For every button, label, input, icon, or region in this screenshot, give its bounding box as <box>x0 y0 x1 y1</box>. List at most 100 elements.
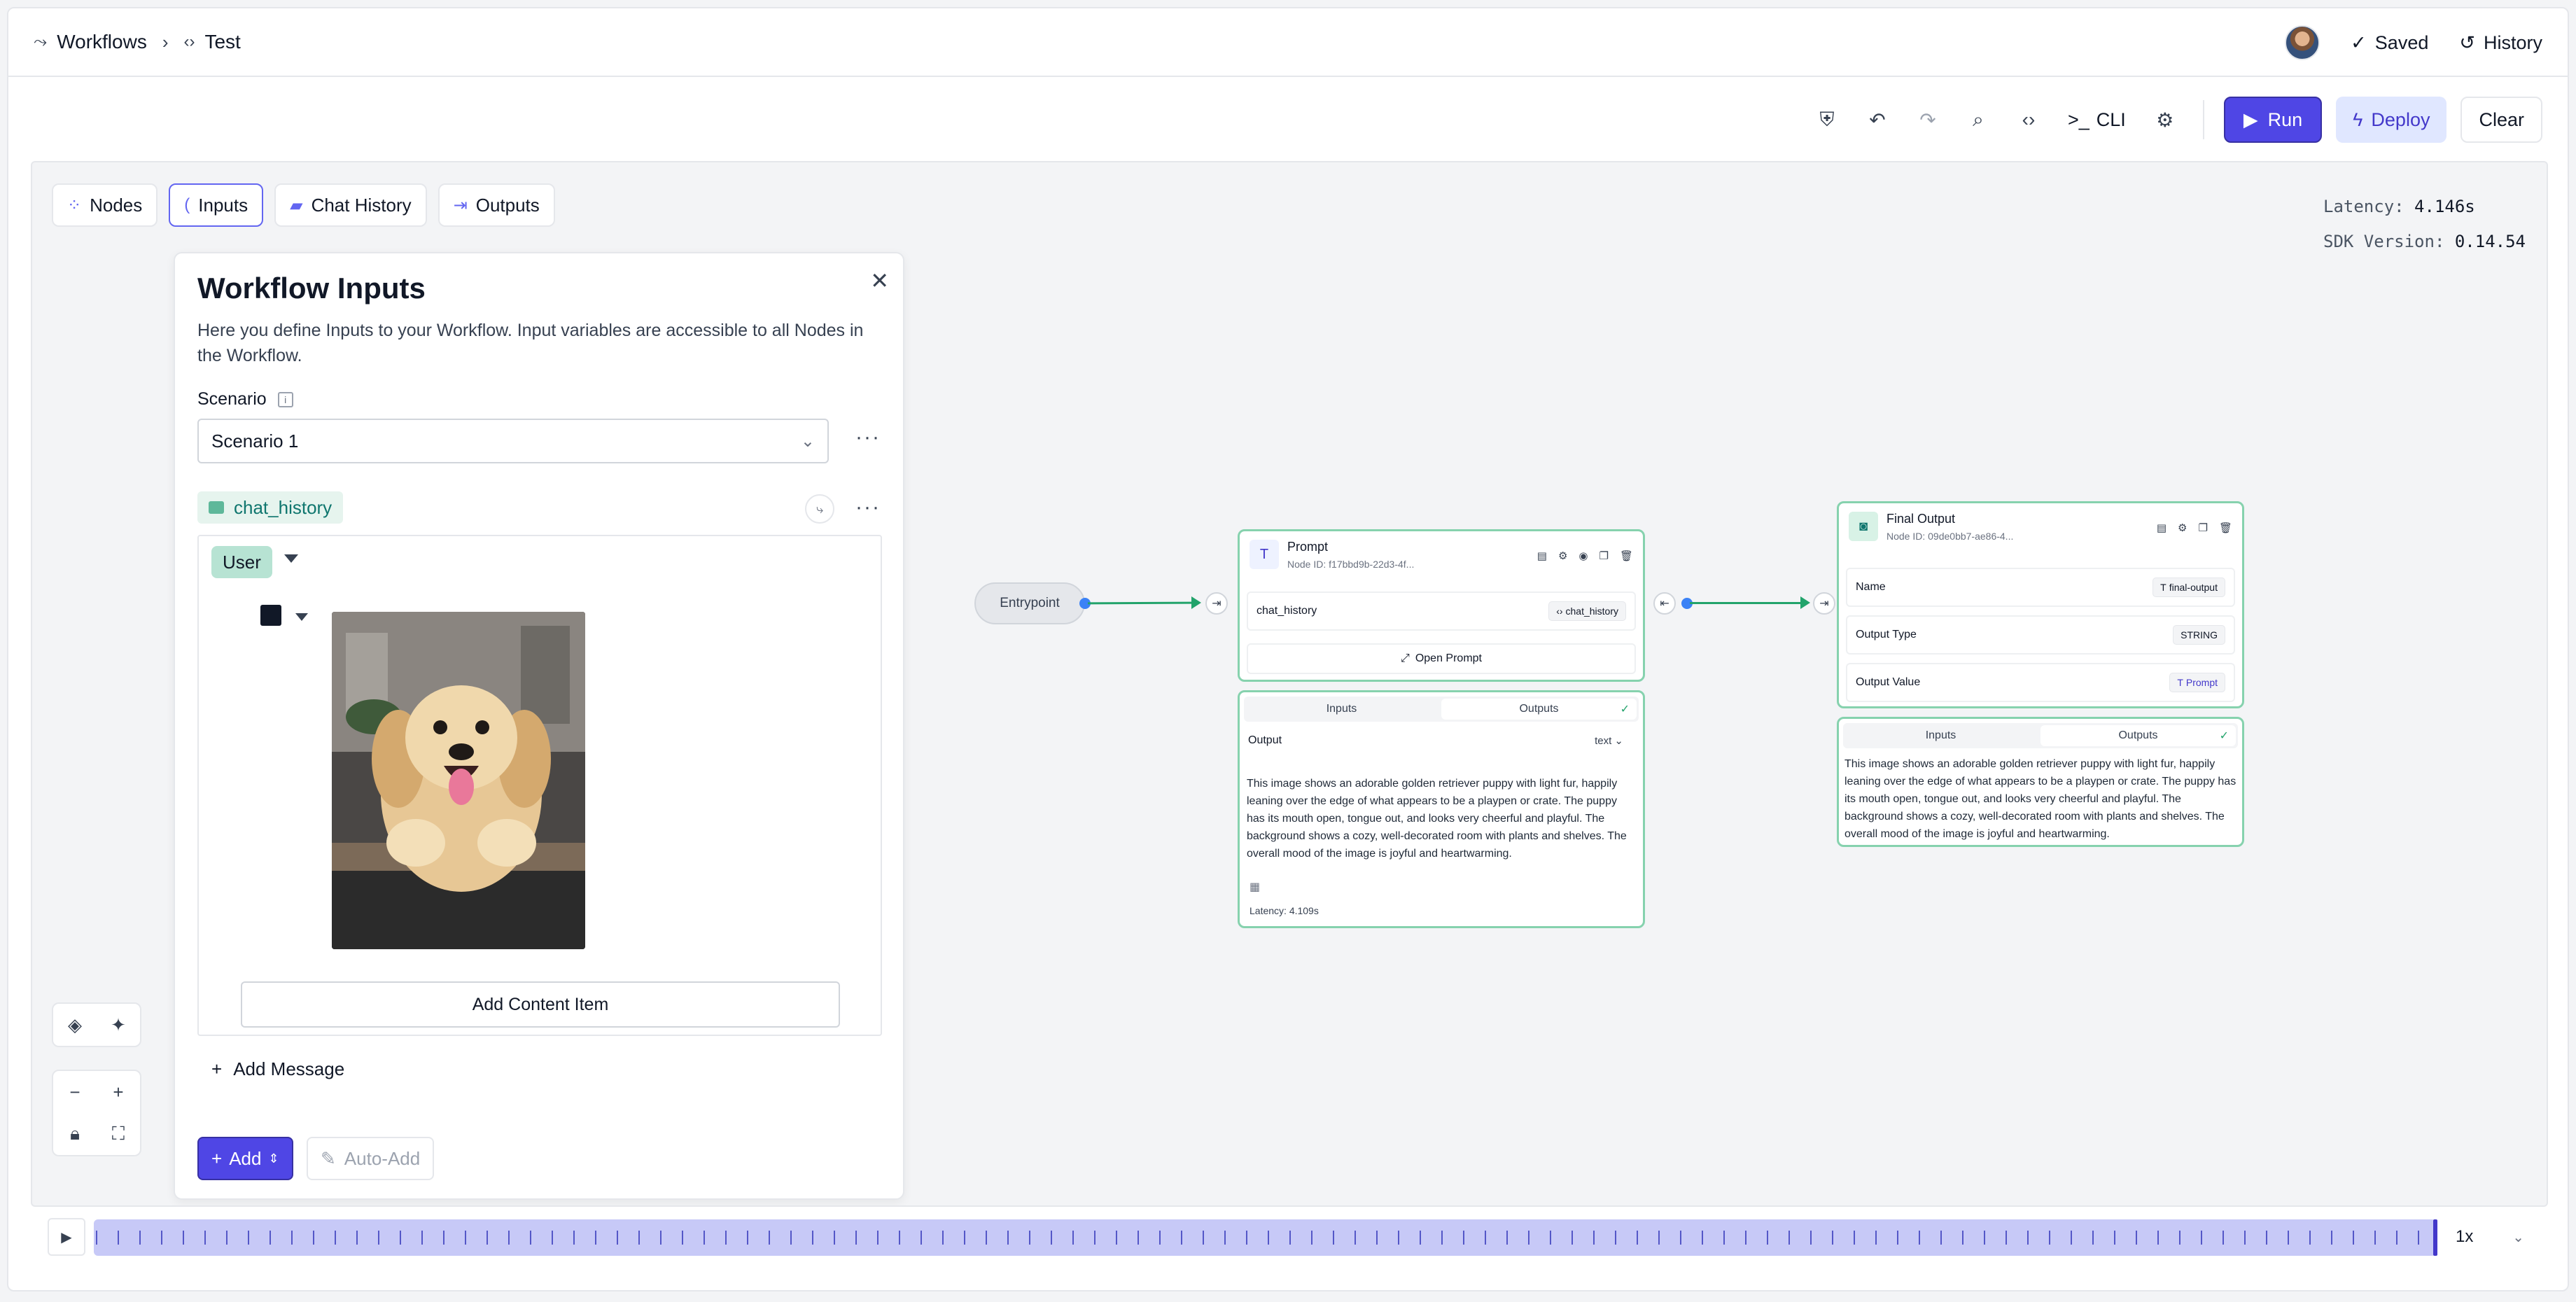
final-output-node[interactable]: ◙ Final Output Node ID: 09de0bb7-ae86-4.… <box>1837 501 2244 708</box>
output-toggle: Inputs Outputs ✓ <box>1244 696 1639 722</box>
timeline-handle[interactable] <box>2433 1219 2437 1256</box>
workflow-canvas[interactable]: ⁘ Nodes ( Inputs ▰ Chat History ⇥ Output… <box>31 161 2548 1207</box>
trash-icon[interactable]: 🗑︎ <box>2219 522 2232 534</box>
name-pill[interactable]: Tfinal-output <box>2152 578 2225 597</box>
node-actions: ▤ ⚙ ◉ ❐ 🗑︎ <box>1537 550 1633 562</box>
play-icon[interactable]: ▶ <box>48 1218 85 1256</box>
input-name: chat_history <box>1256 605 1317 617</box>
layers-icon[interactable]: ◈ <box>53 1004 97 1046</box>
scenario-label-text: Scenario <box>197 389 267 409</box>
code-icon: ‹› <box>183 32 195 51</box>
canvas-tools: ◈ ✦ <box>52 1002 141 1047</box>
check-icon: ✓ <box>1620 704 1630 715</box>
tab-chat-history[interactable]: ▰ Chat History <box>274 183 427 227</box>
final-target-icon[interactable]: ⇥ <box>1813 592 1835 615</box>
add-input-button[interactable]: + Add ⇕ <box>197 1137 293 1180</box>
route-icon[interactable]: ⤷ <box>805 494 834 524</box>
content-type-caret-icon[interactable] <box>295 613 308 621</box>
lock-icon[interactable]: 🔒︎ <box>53 1113 97 1155</box>
copy-icon[interactable]: ❐ <box>1600 550 1609 562</box>
entrypoint-node[interactable]: Entrypoint <box>974 582 1085 624</box>
variable-more-icon[interactable]: ··· <box>855 496 881 519</box>
final-output-icon: ◙ <box>1849 512 1878 541</box>
table-icon[interactable]: ▦ <box>1250 880 1260 894</box>
trash-icon[interactable]: 🗑︎ <box>1620 550 1633 562</box>
value-pill[interactable]: T Prompt <box>2169 673 2225 692</box>
breadcrumb-workflows[interactable]: Workflows <box>57 31 147 53</box>
gear-icon[interactable]: ⚙ <box>2147 102 2183 138</box>
outputs-toggle[interactable]: Outputs ✓ <box>1441 699 1637 720</box>
outputs-toggle[interactable]: Outputs ✓ <box>2040 725 2236 746</box>
tab-label: Inputs <box>198 194 248 216</box>
add-message-button[interactable]: + Add Message <box>211 1058 344 1080</box>
prompt-target-icon[interactable]: ⇥ <box>1205 592 1228 615</box>
plus-icon: + <box>211 1147 223 1169</box>
run-label: Run <box>2267 108 2303 130</box>
workflow-icon: ⤳ <box>34 32 48 51</box>
code-view-icon[interactable]: ‹› <box>2010 102 2047 138</box>
plus-icon: + <box>211 1058 223 1079</box>
copy-icon[interactable]: ❐ <box>2199 522 2208 534</box>
prompt-output-panel: Inputs Outputs ✓ Output text ⌄ This imag… <box>1238 690 1645 928</box>
redo-icon[interactable]: ↷ <box>1910 102 1946 138</box>
breadcrumb: ⤳ Workflows › ‹› Test <box>34 31 241 53</box>
auto-add-button[interactable]: ✎ Auto-Add <box>307 1137 435 1180</box>
add-content-item-button[interactable]: Add Content Item <box>241 981 840 1028</box>
comment-icon[interactable]: ▤ <box>2157 522 2166 534</box>
close-icon[interactable]: ✕ <box>870 267 889 294</box>
avatar[interactable] <box>2285 25 2320 60</box>
panel-tabs: ⁘ Nodes ( Inputs ▰ Chat History ⇥ Output… <box>52 183 555 227</box>
top-bar: ⤳ Workflows › ‹› Test ✓ Saved ↺ History <box>8 8 2568 77</box>
inputs-toggle[interactable]: Inputs <box>1244 696 1439 722</box>
saved-status: ✓ Saved <box>2351 32 2428 54</box>
chevron-down-icon: ⌄ <box>800 431 815 451</box>
cli-button[interactable]: >_ CLI <box>2061 109 2133 131</box>
clear-button[interactable]: Clear <box>2460 97 2542 143</box>
input-value-pill[interactable]: ‹› chat_history <box>1548 601 1626 621</box>
output-type-select[interactable]: text ⌄ <box>1595 734 1623 747</box>
run-button[interactable]: ▶ Run <box>2223 97 2323 143</box>
node-title: Final Output <box>1886 512 1956 526</box>
deploy-button[interactable]: ϟ Deploy <box>2336 97 2447 143</box>
speed-select[interactable]: 1x ⌄ <box>2444 1218 2534 1256</box>
nodes-icon: ⁘ <box>67 195 82 215</box>
braces-icon: ‹› <box>1556 606 1563 617</box>
inputs-toggle[interactable]: Inputs <box>1843 723 2038 748</box>
breadcrumb-current[interactable]: Test <box>204 31 240 53</box>
prompt-node[interactable]: T Prompt Node ID: f17bbd9b-22d3-4f... ▤ … <box>1238 529 1645 682</box>
undo-icon[interactable]: ↶ <box>1859 102 1896 138</box>
search-icon[interactable]: ⌕ <box>1960 102 1996 138</box>
fit-view-icon[interactable]: ⛶ <box>97 1113 140 1155</box>
magic-wand-icon[interactable]: ✦ <box>97 1004 140 1046</box>
panel-description: Here you define Inputs to your Workflow.… <box>197 321 864 365</box>
puppy-image <box>332 612 585 949</box>
cli-label: CLI <box>2096 108 2126 130</box>
tab-nodes[interactable]: ⁘ Nodes <box>52 183 158 227</box>
chevron-right-icon: › <box>162 31 169 52</box>
history-button[interactable]: ↺ History <box>2459 32 2542 54</box>
settings-icon[interactable]: ⚙ <box>2178 522 2187 534</box>
scenario-more-icon[interactable]: ··· <box>855 426 881 449</box>
scenario-select[interactable]: Scenario 1 ⌄ <box>197 419 829 463</box>
prompt-source-icon[interactable]: ⇤ <box>1653 592 1676 615</box>
zoom-out-icon[interactable]: − <box>53 1071 97 1113</box>
type-value[interactable]: STRING <box>2173 625 2225 645</box>
caret-down-icon[interactable] <box>284 554 298 563</box>
prompt-input-row: chat_history ‹› chat_history <box>1247 592 1636 631</box>
tab-inputs[interactable]: ( Inputs <box>169 183 264 227</box>
workflow-toolbar: ⛨ ↶ ↷ ⌕ ‹› >_ CLI ⚙ ▶ Run ϟ Deploy Clear <box>1809 97 2542 143</box>
comment-icon[interactable]: ▤ <box>1537 550 1547 562</box>
role-select[interactable]: User <box>211 546 272 578</box>
outputs-toggle-label: Outputs <box>1519 703 1559 715</box>
open-prompt-button[interactable]: ⤢ Open Prompt <box>1247 643 1636 674</box>
tab-outputs[interactable]: ⇥ Outputs <box>438 183 555 227</box>
settings-icon[interactable]: ⚙ <box>1558 550 1567 562</box>
timeline-track[interactable] <box>94 1219 2436 1256</box>
output-text: This image shows an adorable golden retr… <box>1247 778 1627 860</box>
shield-check-icon[interactable]: ⛨ <box>1809 102 1845 138</box>
run-node-icon[interactable]: ◉ <box>1578 550 1588 562</box>
info-icon[interactable]: i <box>277 391 293 407</box>
variable-chip: chat_history <box>197 491 344 524</box>
zoom-in-icon[interactable]: + <box>97 1071 140 1113</box>
tab-label: Outputs <box>475 194 540 216</box>
